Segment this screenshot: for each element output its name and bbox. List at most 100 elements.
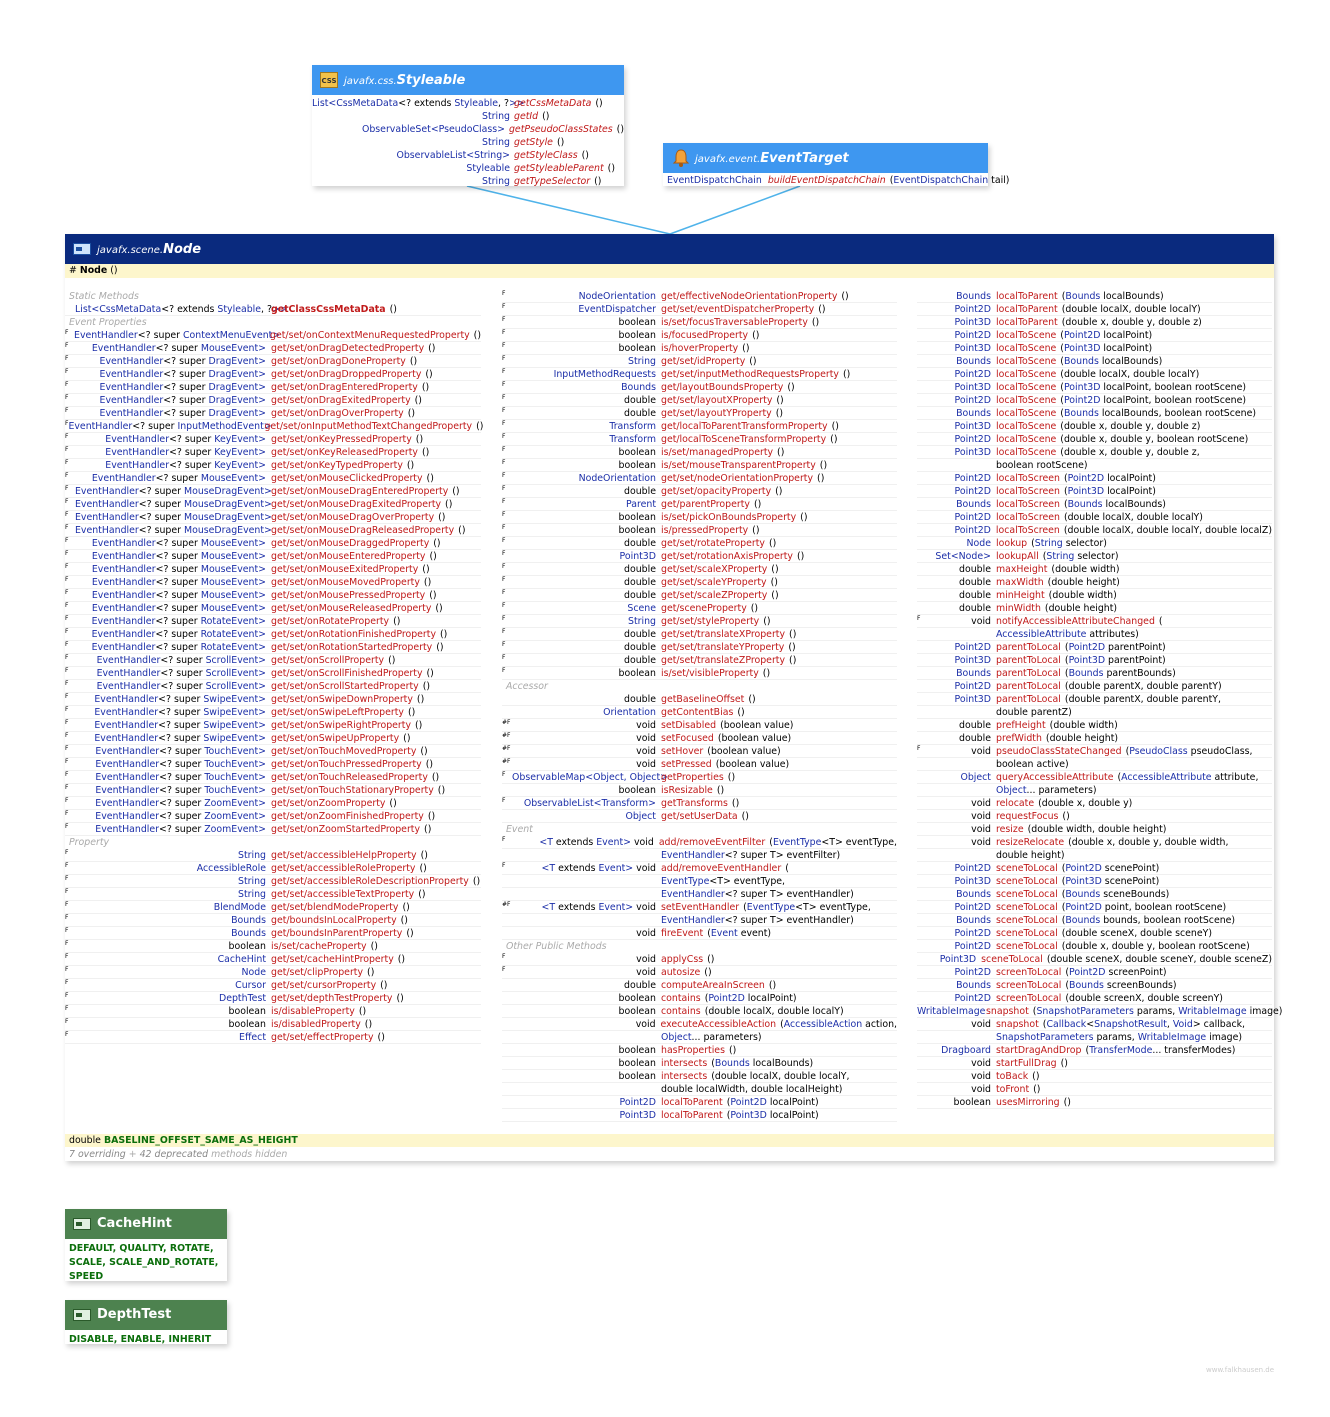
- method-name: get/set/onRotationFinishedProperty: [271, 629, 436, 640]
- method-params: (EventType<T> eventType,: [743, 902, 871, 913]
- method-row-continuation: double parentZ): [917, 706, 1272, 719]
- modifier-flag: F: [502, 524, 506, 531]
- eventtarget-package: javafx.event.: [695, 154, 761, 165]
- method-row: Fdouble get/set/layoutYProperty(): [502, 407, 897, 420]
- method-params: (): [427, 811, 436, 822]
- styleable-interface-box: CSS javafx.css.Styleable List<CssMetaDat…: [312, 65, 624, 187]
- modifier-flag: F: [502, 329, 506, 336]
- method-params: AccessibleAttribute attributes): [996, 629, 1139, 640]
- method-params: (): [841, 291, 849, 302]
- method-name: is/set/mouseTransparentProperty: [661, 460, 816, 471]
- method-row-continuation: AccessibleAttribute attributes): [917, 628, 1272, 641]
- method-return-type: double: [959, 590, 991, 601]
- method-return-type: List<CssMetaData<? extends Styleable, ?>…: [75, 304, 288, 315]
- method-return-type: Dragboard: [941, 1045, 991, 1056]
- method-params: (): [771, 590, 779, 601]
- method-name: sceneToLocal: [996, 889, 1058, 900]
- method-name: sceneToLocal: [996, 876, 1058, 887]
- modifier-flag: F: [502, 966, 506, 973]
- method-row: F CacheHint get/set/cacheHintProperty(): [65, 953, 481, 966]
- styleable-header: CSS javafx.css.Styleable: [312, 65, 624, 95]
- modifier-flag: F: [65, 602, 69, 609]
- method-row: F String get/set/accessibleHelpProperty(): [65, 849, 481, 862]
- method-params: (): [819, 460, 828, 471]
- method-return-type: [927, 706, 996, 718]
- deprecated-count: 42 deprecated: [139, 1149, 209, 1160]
- method-return-type: boolean: [618, 1058, 656, 1069]
- modifier-flag: F: [502, 459, 506, 466]
- method-row-continuation: EventHandler<? super T> eventHandler): [502, 914, 897, 927]
- method-params: (double x, double y): [1038, 798, 1133, 809]
- method-row: Orientation getContentBias(): [502, 706, 897, 719]
- method-return-type: EventHandler<? super SwipeEvent>: [94, 707, 266, 718]
- method-params: (Point2D localPoint): [1063, 473, 1156, 484]
- method-params: (double height): [1047, 577, 1120, 588]
- method-return-type: boolean: [618, 1045, 656, 1056]
- method-name: get/set/onContextMenuRequestedProperty: [270, 330, 470, 341]
- method-name: get/set/onRotationStartedProperty: [271, 642, 433, 653]
- method-return-type: double: [624, 577, 656, 588]
- method-name: lookupAll: [996, 551, 1039, 562]
- method-name: setFocused: [661, 733, 714, 744]
- node-name: Node: [163, 242, 202, 257]
- method-params: (): [762, 668, 771, 679]
- method-name: screenToLocal: [996, 993, 1062, 1004]
- method-row: #F void setDisabled (boolean value): [502, 719, 897, 732]
- modifier-flag: F: [502, 836, 506, 843]
- modifier-flag: [917, 836, 927, 848]
- method-params: (): [811, 317, 820, 328]
- method-params: (boolean value): [717, 733, 792, 744]
- method-params: (EventDispatchChain tail): [889, 175, 1010, 186]
- method-return-type: boolean: [618, 1006, 656, 1017]
- method-return-type: Bounds: [956, 291, 991, 302]
- method-row: F EventHandler<? super ContextMenuEvent> g…: [65, 329, 481, 342]
- method-row: Point3D localToScene (Point3D localPoint, …: [917, 381, 1272, 394]
- method-name: localToScene: [996, 343, 1057, 354]
- depthtest-name: DepthTest: [97, 1307, 172, 1322]
- method-name: hasProperties: [661, 1045, 725, 1056]
- method-row: Point2D sceneToLocal (double sceneX, doubl…: [917, 927, 1272, 940]
- method-name: contains: [661, 1006, 701, 1017]
- method-return-type: Point2D: [954, 486, 991, 497]
- method-name: get/set/translateYProperty: [661, 642, 785, 653]
- method-row: F EventHandler<? super TouchEvent> get/set…: [65, 758, 481, 771]
- method-name: get/set/onDragEnteredProperty: [271, 382, 418, 393]
- method-name: screenToLocal: [996, 967, 1062, 978]
- section-label: Event Properties: [69, 317, 147, 328]
- method-name: get/set/cacheHintProperty: [271, 954, 394, 965]
- method-return-type: Point2D: [954, 304, 991, 315]
- method-return-type: double: [959, 577, 991, 588]
- method-params: (): [388, 655, 396, 666]
- method-row: Fdouble get/set/layoutXProperty(): [502, 394, 897, 407]
- method-name: buildEventDispatchChain: [767, 175, 886, 186]
- modifier-flag: [917, 368, 927, 380]
- method-params: SnapshotParameters params, WritableImage…: [996, 1032, 1243, 1043]
- method-row-continuation: Object... parameters): [502, 1031, 897, 1044]
- method-params: (): [556, 137, 565, 148]
- method-row: F ObservableMap<Object, Object> getPropert…: [502, 771, 897, 784]
- method-return-type: Point3D: [954, 421, 991, 432]
- method-return-type: EventHandler<? super TouchEvent>: [95, 746, 266, 757]
- method-params: (): [438, 512, 446, 523]
- method-params: (): [435, 603, 443, 614]
- method-name: get/set/onScrollProperty: [271, 655, 385, 666]
- method-name: sceneToLocal: [996, 928, 1058, 939]
- modifier-flag: [917, 602, 927, 614]
- method-return-type: void: [636, 733, 656, 744]
- section-label: Other Public Methods: [506, 941, 607, 952]
- modifier-flag: [917, 576, 927, 588]
- method-return-type: boolean: [228, 941, 266, 952]
- modifier-flag: [917, 849, 927, 861]
- method-name: get/set/scaleYProperty: [661, 577, 767, 588]
- method-name: get/set/onMouseClickedProperty: [271, 473, 423, 484]
- method-return-type: String: [238, 889, 266, 900]
- method-return-type: boolean: [228, 1006, 266, 1017]
- method-name: get/set/blendModeProperty: [271, 902, 399, 913]
- method-return-type: Object: [625, 811, 656, 822]
- method-row: List<CssMetaData<? extends Styleable, ?>…: [65, 303, 481, 316]
- method-return-type: Object: [960, 772, 991, 783]
- method-name: get/layoutBoundsProperty: [661, 382, 784, 393]
- method-row: Fdouble get/set/translateXProperty(): [502, 628, 897, 641]
- modifier-flag: F: [65, 862, 69, 869]
- modifier-flag: F: [65, 394, 69, 401]
